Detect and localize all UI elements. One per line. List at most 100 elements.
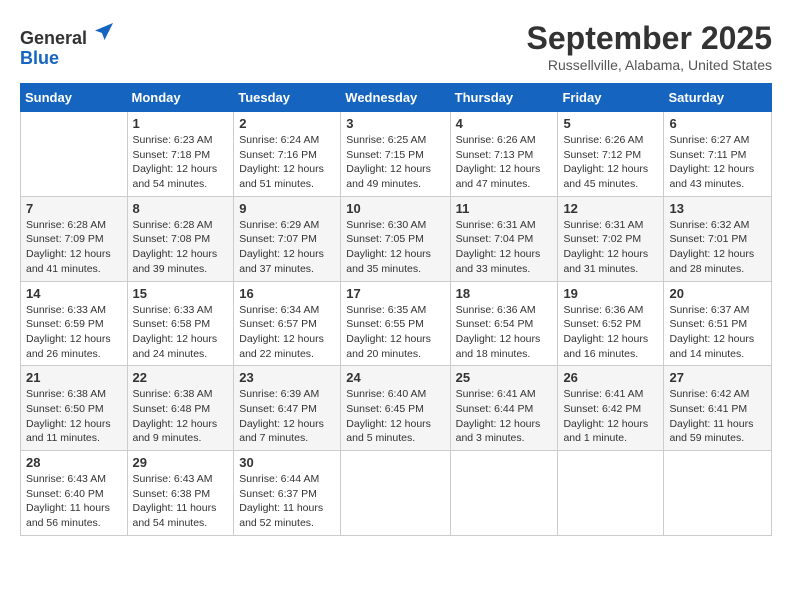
calendar-day-cell: 15 Sunrise: 6:33 AMSunset: 6:58 PMDayligh…	[127, 281, 234, 366]
day-info: Sunrise: 6:26 AMSunset: 7:13 PMDaylight:…	[456, 133, 553, 192]
calendar-day-cell: 16 Sunrise: 6:34 AMSunset: 6:57 PMDayligh…	[234, 281, 341, 366]
calendar-day-cell: 9 Sunrise: 6:29 AMSunset: 7:07 PMDaylight…	[234, 196, 341, 281]
day-info: Sunrise: 6:31 AMSunset: 7:02 PMDaylight:…	[563, 218, 658, 277]
day-number: 1	[133, 116, 229, 131]
logo-bird-icon	[92, 20, 116, 44]
logo: General Blue	[20, 20, 116, 69]
day-info: Sunrise: 6:28 AMSunset: 7:08 PMDaylight:…	[133, 218, 229, 277]
calendar-body: 1 Sunrise: 6:23 AMSunset: 7:18 PMDaylight…	[21, 112, 772, 536]
day-number: 21	[26, 370, 122, 385]
calendar-day-cell: 10Sunrise: 6:30 AMSunset: 7:05 PMDayligh…	[341, 196, 450, 281]
weekday-header-cell: Wednesday	[341, 84, 450, 112]
calendar-day-cell: 8Sunrise: 6:28 AMSunset: 7:08 PMDaylight…	[127, 196, 234, 281]
day-number: 27	[669, 370, 766, 385]
calendar-day-cell	[664, 451, 772, 536]
calendar-day-cell: 17 Sunrise: 6:35 AMSunset: 6:55 PMDayligh…	[341, 281, 450, 366]
calendar-day-cell: 28 Sunrise: 6:43 AMSunset: 6:40 PMDayligh…	[21, 451, 128, 536]
weekday-header-row: SundayMondayTuesdayWednesdayThursdayFrid…	[21, 84, 772, 112]
calendar-table: SundayMondayTuesdayWednesdayThursdayFrid…	[20, 83, 772, 536]
day-info: Sunrise: 6:23 AMSunset: 7:18 PMDaylight:…	[133, 133, 229, 192]
day-number: 11	[456, 201, 553, 216]
day-number: 26	[563, 370, 658, 385]
weekday-header-cell: Thursday	[450, 84, 558, 112]
day-number: 9	[239, 201, 335, 216]
day-info: Sunrise: 6:33 AMSunset: 6:58 PMDaylight:…	[133, 303, 229, 362]
calendar-day-cell: 3 Sunrise: 6:25 AMSunset: 7:15 PMDaylight…	[341, 112, 450, 197]
calendar-day-cell: 25 Sunrise: 6:41 AMSunset: 6:44 PMDayligh…	[450, 366, 558, 451]
calendar-day-cell	[341, 451, 450, 536]
calendar-day-cell: 2 Sunrise: 6:24 AMSunset: 7:16 PMDaylight…	[234, 112, 341, 197]
day-number: 3	[346, 116, 444, 131]
calendar-day-cell: 11Sunrise: 6:31 AMSunset: 7:04 PMDayligh…	[450, 196, 558, 281]
day-number: 7	[26, 201, 122, 216]
day-info: Sunrise: 6:34 AMSunset: 6:57 PMDaylight:…	[239, 303, 335, 362]
day-info: Sunrise: 6:39 AMSunset: 6:47 PMDaylight:…	[239, 387, 335, 446]
day-number: 6	[669, 116, 766, 131]
day-number: 15	[133, 286, 229, 301]
calendar-day-cell: 27 Sunrise: 6:42 AMSunset: 6:41 PMDayligh…	[664, 366, 772, 451]
calendar-day-cell: 19 Sunrise: 6:36 AMSunset: 6:52 PMDayligh…	[558, 281, 664, 366]
day-info: Sunrise: 6:29 AMSunset: 7:07 PMDaylight:…	[239, 218, 335, 277]
day-number: 30	[239, 455, 335, 470]
calendar-day-cell: 30 Sunrise: 6:44 AMSunset: 6:37 PMDayligh…	[234, 451, 341, 536]
header: General Blue September 2025 Russellville…	[20, 20, 772, 73]
calendar-day-cell: 20Sunrise: 6:37 AMSunset: 6:51 PMDayligh…	[664, 281, 772, 366]
calendar-week-row: 21 Sunrise: 6:38 AMSunset: 6:50 PMDayligh…	[21, 366, 772, 451]
day-number: 24	[346, 370, 444, 385]
day-info: Sunrise: 6:24 AMSunset: 7:16 PMDaylight:…	[239, 133, 335, 192]
logo-blue: Blue	[20, 48, 59, 68]
calendar-week-row: 14 Sunrise: 6:33 AMSunset: 6:59 PMDayligh…	[21, 281, 772, 366]
calendar-day-cell: 22 Sunrise: 6:38 AMSunset: 6:48 PMDayligh…	[127, 366, 234, 451]
calendar-day-cell: 24 Sunrise: 6:40 AMSunset: 6:45 PMDayligh…	[341, 366, 450, 451]
day-info: Sunrise: 6:27 AMSunset: 7:11 PMDaylight:…	[669, 133, 766, 192]
day-info: Sunrise: 6:38 AMSunset: 6:48 PMDaylight:…	[133, 387, 229, 446]
day-info: Sunrise: 6:36 AMSunset: 6:52 PMDaylight:…	[563, 303, 658, 362]
day-info: Sunrise: 6:25 AMSunset: 7:15 PMDaylight:…	[346, 133, 444, 192]
day-info: Sunrise: 6:33 AMSunset: 6:59 PMDaylight:…	[26, 303, 122, 362]
calendar-subtitle: Russellville, Alabama, United States	[527, 57, 772, 73]
day-number: 2	[239, 116, 335, 131]
calendar-day-cell: 14 Sunrise: 6:33 AMSunset: 6:59 PMDayligh…	[21, 281, 128, 366]
calendar-day-cell: 21 Sunrise: 6:38 AMSunset: 6:50 PMDayligh…	[21, 366, 128, 451]
weekday-header-cell: Tuesday	[234, 84, 341, 112]
day-number: 25	[456, 370, 553, 385]
day-number: 16	[239, 286, 335, 301]
calendar-week-row: 1 Sunrise: 6:23 AMSunset: 7:18 PMDaylight…	[21, 112, 772, 197]
day-info: Sunrise: 6:35 AMSunset: 6:55 PMDaylight:…	[346, 303, 444, 362]
calendar-day-cell: 7 Sunrise: 6:28 AMSunset: 7:09 PMDaylight…	[21, 196, 128, 281]
day-number: 12	[563, 201, 658, 216]
day-number: 20	[669, 286, 766, 301]
day-info: Sunrise: 6:42 AMSunset: 6:41 PMDaylight:…	[669, 387, 766, 446]
weekday-header-cell: Sunday	[21, 84, 128, 112]
day-number: 22	[133, 370, 229, 385]
day-number: 19	[563, 286, 658, 301]
day-number: 18	[456, 286, 553, 301]
day-info: Sunrise: 6:28 AMSunset: 7:09 PMDaylight:…	[26, 218, 122, 277]
day-number: 14	[26, 286, 122, 301]
logo-general: General	[20, 28, 87, 48]
day-number: 28	[26, 455, 122, 470]
day-info: Sunrise: 6:44 AMSunset: 6:37 PMDaylight:…	[239, 472, 335, 531]
day-number: 17	[346, 286, 444, 301]
day-info: Sunrise: 6:38 AMSunset: 6:50 PMDaylight:…	[26, 387, 122, 446]
day-info: Sunrise: 6:43 AMSunset: 6:40 PMDaylight:…	[26, 472, 122, 531]
calendar-day-cell: 18 Sunrise: 6:36 AMSunset: 6:54 PMDayligh…	[450, 281, 558, 366]
day-info: Sunrise: 6:36 AMSunset: 6:54 PMDaylight:…	[456, 303, 553, 362]
day-info: Sunrise: 6:43 AMSunset: 6:38 PMDaylight:…	[133, 472, 229, 531]
weekday-header-cell: Friday	[558, 84, 664, 112]
calendar-title: September 2025	[527, 20, 772, 57]
day-info: Sunrise: 6:40 AMSunset: 6:45 PMDaylight:…	[346, 387, 444, 446]
day-number: 10	[346, 201, 444, 216]
day-number: 13	[669, 201, 766, 216]
day-info: Sunrise: 6:41 AMSunset: 6:44 PMDaylight:…	[456, 387, 553, 446]
day-number: 5	[563, 116, 658, 131]
calendar-day-cell: 23 Sunrise: 6:39 AMSunset: 6:47 PMDayligh…	[234, 366, 341, 451]
calendar-day-cell	[558, 451, 664, 536]
calendar-week-row: 28 Sunrise: 6:43 AMSunset: 6:40 PMDayligh…	[21, 451, 772, 536]
calendar-day-cell: 29Sunrise: 6:43 AMSunset: 6:38 PMDayligh…	[127, 451, 234, 536]
day-info: Sunrise: 6:26 AMSunset: 7:12 PMDaylight:…	[563, 133, 658, 192]
calendar-day-cell: 4Sunrise: 6:26 AMSunset: 7:13 PMDaylight…	[450, 112, 558, 197]
day-number: 23	[239, 370, 335, 385]
weekday-header-cell: Monday	[127, 84, 234, 112]
day-info: Sunrise: 6:32 AMSunset: 7:01 PMDaylight:…	[669, 218, 766, 277]
